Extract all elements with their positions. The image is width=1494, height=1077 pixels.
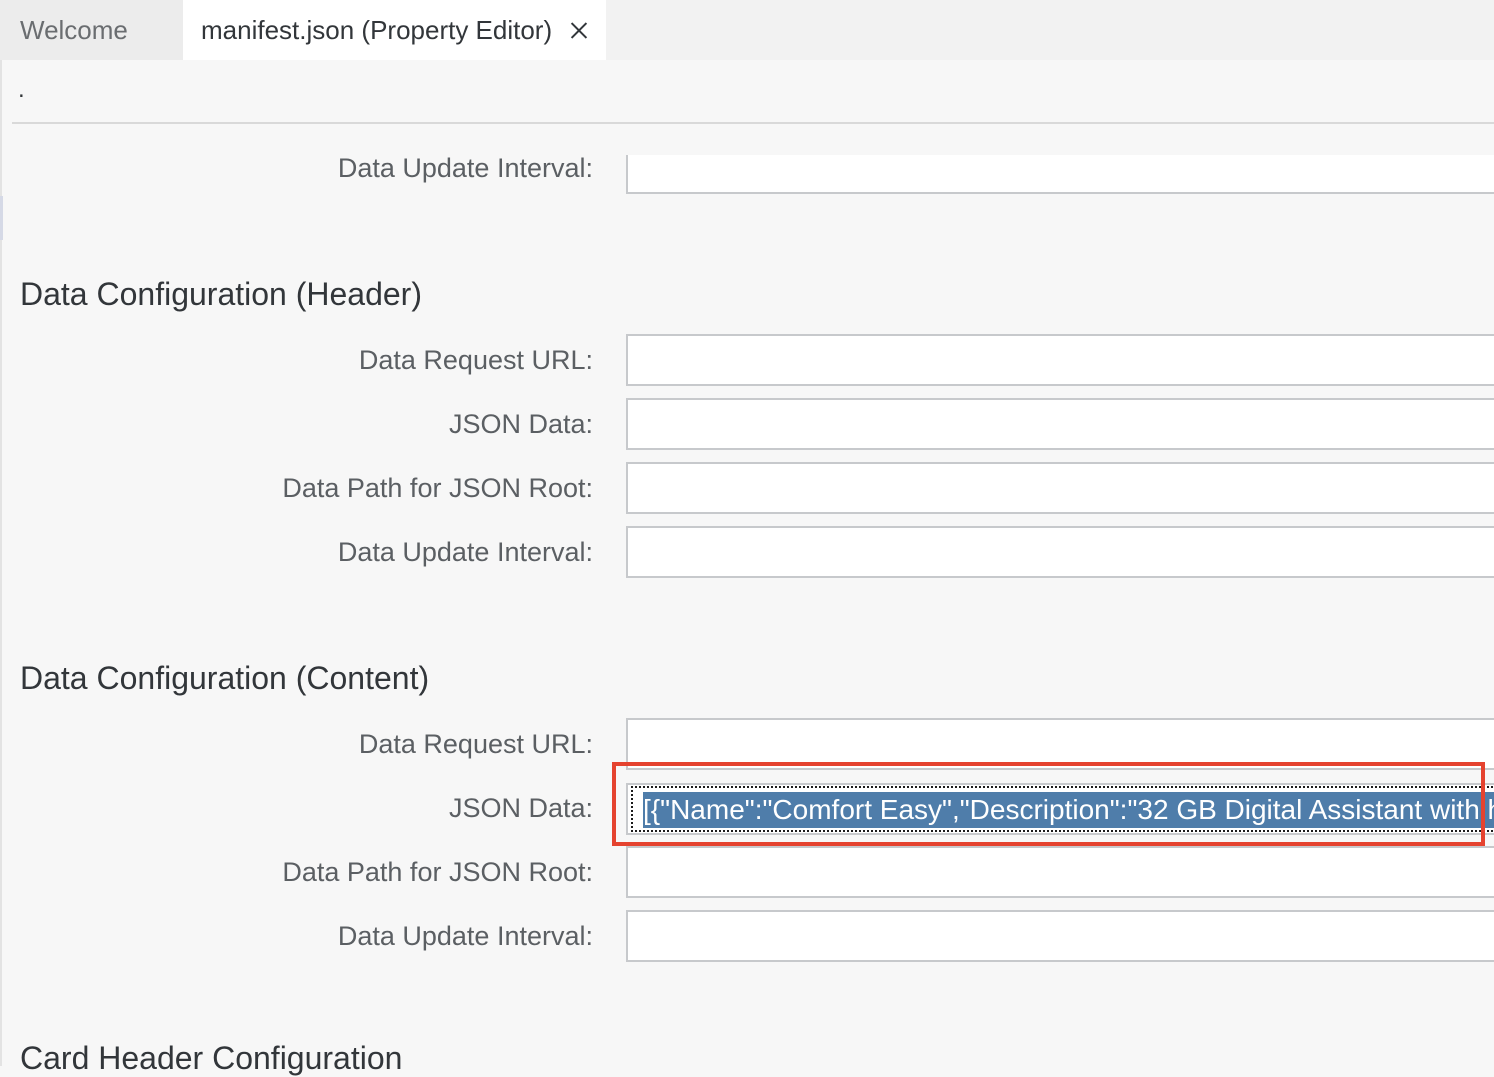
content-json-data-selected-text[interactable]: [{"Name":"Comfort Easy","Description":"3…	[643, 792, 1494, 828]
header-json-data-label: JSON Data:	[448, 409, 593, 439]
header-data-update-interval-input[interactable]	[626, 526, 1494, 578]
header-data-request-url-label: Data Request URL:	[358, 345, 593, 375]
tab-manifest-label: manifest.json (Property Editor)	[201, 14, 553, 45]
content-data-path-input[interactable]	[626, 846, 1494, 898]
header-data-path-label: Data Path for JSON Root:	[282, 473, 593, 503]
tab-welcome-label: Welcome	[20, 14, 128, 45]
header-data-update-interval-label: Data Update Interval:	[337, 537, 593, 567]
content-data-path-label: Data Path for JSON Root:	[282, 857, 593, 887]
content-data-request-url-label: Data Request URL:	[358, 729, 593, 759]
editor-tab-bar: Welcome manifest.json (Property Editor)	[0, 0, 1494, 60]
scroll-marker	[0, 196, 3, 240]
content-data-update-interval-input[interactable]	[626, 910, 1494, 962]
data-update-interval-label: Data Update Interval:	[337, 153, 593, 183]
section-title-data-config-header: Data Configuration (Header)	[20, 276, 422, 312]
header-json-data-input[interactable]	[626, 398, 1494, 450]
breadcrumb: .	[18, 76, 25, 103]
tab-manifest-property-editor[interactable]: manifest.json (Property Editor)	[183, 0, 606, 60]
content-data-request-url-input[interactable]	[626, 718, 1494, 770]
header-divider	[12, 122, 1494, 124]
section-title-card-header-config: Card Header Configuration	[20, 1040, 403, 1076]
content-json-data-focus-ring[interactable]: [{"Name":"Comfort Easy","Description":"3…	[631, 786, 1494, 832]
section-title-data-config-content: Data Configuration (Content)	[20, 660, 430, 696]
content-data-update-interval-label: Data Update Interval:	[337, 921, 593, 951]
header-data-path-input[interactable]	[626, 462, 1494, 514]
tab-welcome[interactable]: Welcome	[0, 0, 183, 60]
content-json-data-label: JSON Data:	[448, 793, 593, 823]
header-data-request-url-input[interactable]	[626, 334, 1494, 386]
close-icon[interactable]	[570, 21, 588, 39]
data-update-interval-input[interactable]	[626, 155, 1494, 194]
